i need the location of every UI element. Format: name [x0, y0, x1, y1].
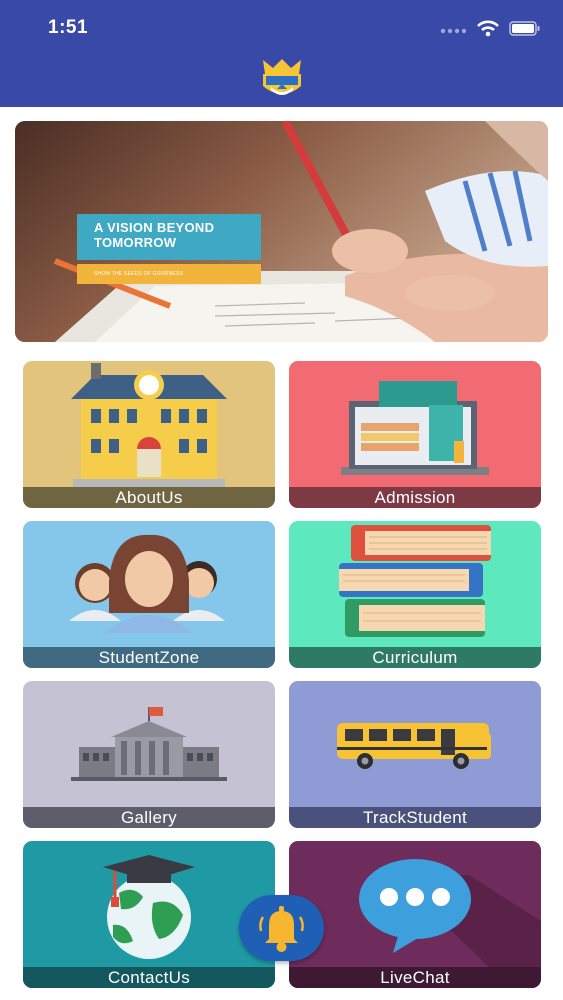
- tile-label: Gallery: [23, 807, 275, 828]
- tile-label: AboutUs: [23, 487, 275, 508]
- school-building-icon: [71, 363, 227, 487]
- tile-contact-us[interactable]: ContactUs: [23, 841, 275, 988]
- tile-admission[interactable]: Admission: [289, 361, 541, 508]
- tile-label: LiveChat: [289, 967, 541, 988]
- bell-icon: [259, 906, 304, 952]
- tile-track-student[interactable]: TrackStudent: [289, 681, 541, 828]
- hero-banner[interactable]: A VISION BEYOND TOMORROW SHOW THE SEEDS …: [15, 121, 548, 342]
- status-icons: [439, 20, 541, 42]
- tile-label: StudentZone: [23, 647, 275, 668]
- books-stack-icon: [339, 525, 491, 637]
- tile-curriculum[interactable]: Curriculum: [289, 521, 541, 668]
- government-building-icon: [71, 707, 227, 781]
- tile-label: Curriculum: [289, 647, 541, 668]
- tile-label: ContactUs: [23, 967, 275, 988]
- tile-gallery[interactable]: Gallery: [23, 681, 275, 828]
- school-logo: [257, 56, 307, 102]
- tile-label: TrackStudent: [289, 807, 541, 828]
- laptop-books-icon: [341, 381, 489, 475]
- school-bus-icon: [337, 723, 491, 769]
- tile-student-zone[interactable]: StudentZone: [23, 521, 275, 668]
- status-time: 1:51: [48, 17, 89, 38]
- students-icon: [69, 534, 225, 633]
- battery-icon: [509, 21, 541, 41]
- banner-tagline: SHOW THE SEEDS OF GOODNESS: [77, 264, 261, 284]
- banner-headline: A VISION BEYOND TOMORROW: [77, 214, 261, 260]
- chat-bubble-icon: [359, 859, 541, 967]
- notification-bell-button[interactable]: [239, 895, 324, 961]
- tile-label: Admission: [289, 487, 541, 508]
- app-header: 1:51: [0, 0, 563, 107]
- tile-about-us[interactable]: AboutUs: [23, 361, 275, 508]
- signal-icon: [439, 22, 467, 40]
- graduation-globe-icon: [103, 855, 195, 959]
- tile-live-chat[interactable]: LiveChat: [289, 841, 541, 988]
- wifi-icon: [477, 20, 499, 42]
